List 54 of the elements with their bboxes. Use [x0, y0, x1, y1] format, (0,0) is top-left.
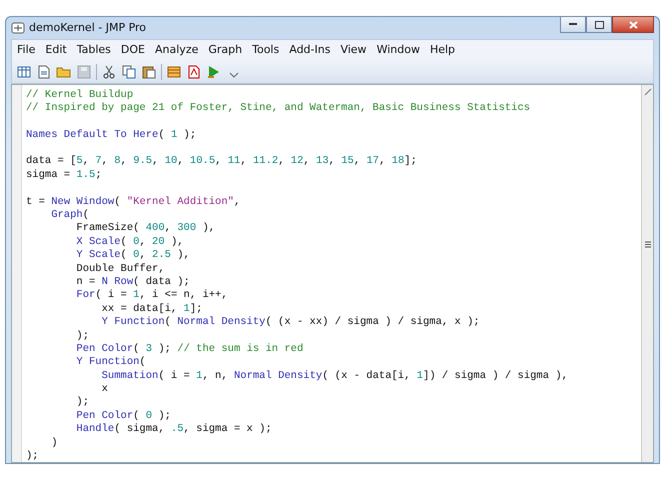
- code-line: Names Default To Here( 1 );: [26, 128, 198, 142]
- code-line: Summation( i = 1, n, Normal Density( (x - data[i, 1]) / sigma ) / sigma ),: [100, 370, 569, 384]
- code-line: X Scale( 0, 20 ),: [75, 236, 185, 249]
- copy-icon[interactable]: [121, 64, 137, 80]
- menu-item[interactable]: Graph: [203, 40, 248, 60]
- code-line: Pen Color( 3 ); // the sum is in red: [75, 342, 304, 356]
- menu-item[interactable]: View: [335, 40, 372, 60]
- menu-item[interactable]: Tools: [247, 40, 284, 60]
- menu-item[interactable]: Edit: [40, 40, 72, 60]
- code-line: Double Buffer,: [75, 262, 166, 276]
- code-line: );: [75, 330, 90, 343]
- minimize-icon: [569, 23, 577, 26]
- close-button[interactable]: [612, 16, 654, 33]
- scrollbar[interactable]: [641, 84, 653, 462]
- code-line: // Inspired by page 21 of Foster, Stine, and Waterman, Basic Business Statistics: [26, 102, 532, 116]
- close-icon: [628, 20, 638, 28]
- code-line: n = N Row( data );: [75, 276, 191, 289]
- code-line: Y Function( Normal Density( (x - xx) / sigma ) / sigma, x );: [100, 316, 481, 330]
- document-icon[interactable]: [186, 64, 202, 80]
- menu-item[interactable]: Window: [372, 40, 425, 60]
- app-icon: [11, 21, 25, 35]
- code-line: xx = data[i, 1];: [100, 302, 204, 316]
- code-line: Graph(: [50, 209, 90, 222]
- code-line: );: [75, 396, 90, 410]
- menu-item[interactable]: Add-Ins: [284, 40, 336, 60]
- code-line: Y Function(: [75, 356, 147, 370]
- maximize-icon: [594, 20, 604, 28]
- table-icon[interactable]: [16, 64, 32, 80]
- grid-icon[interactable]: [166, 64, 182, 80]
- code-line: t = New Window( "Kernel Addition",: [26, 196, 242, 209]
- scissors-icon[interactable]: [101, 64, 117, 80]
- menu-item[interactable]: DOE: [116, 40, 150, 60]
- new-document-icon[interactable]: [36, 64, 52, 80]
- code-line: Handle( sigma, .5, sigma = x );: [75, 423, 273, 437]
- code-line: ): [50, 436, 59, 450]
- code-line: For( i = 1, i <= n, i++,: [75, 289, 229, 303]
- code-line: FrameSize( 400, 300 ),: [75, 222, 216, 236]
- menu-item[interactable]: Tables: [72, 40, 116, 60]
- code-line: Y Scale( 0, 2.5 ),: [75, 249, 191, 263]
- code-line: sigma = 1.5;: [26, 168, 103, 182]
- code-line: x: [100, 383, 109, 396]
- menu-item[interactable]: Help: [424, 40, 460, 60]
- split-icon: [644, 88, 652, 96]
- window-title: demoKernel - JMP Pro: [29, 20, 146, 36]
- minimize-button[interactable]: [560, 16, 586, 33]
- menu-item[interactable]: File: [12, 40, 40, 60]
- maximize-button[interactable]: [586, 16, 612, 33]
- code-line: Pen Color( 0 );: [75, 410, 172, 423]
- code-line: data = [5, 7, 8, 9.5, 10, 10.5, 11, 11.2, 12, 13, 15, 17, 18];: [26, 155, 418, 169]
- code-line: // Kernel Buildup: [26, 88, 134, 102]
- paste-icon[interactable]: [141, 64, 157, 80]
- grip-icon: [644, 240, 650, 248]
- menu-item[interactable]: Analyze: [150, 40, 204, 60]
- code-line: );: [26, 450, 40, 464]
